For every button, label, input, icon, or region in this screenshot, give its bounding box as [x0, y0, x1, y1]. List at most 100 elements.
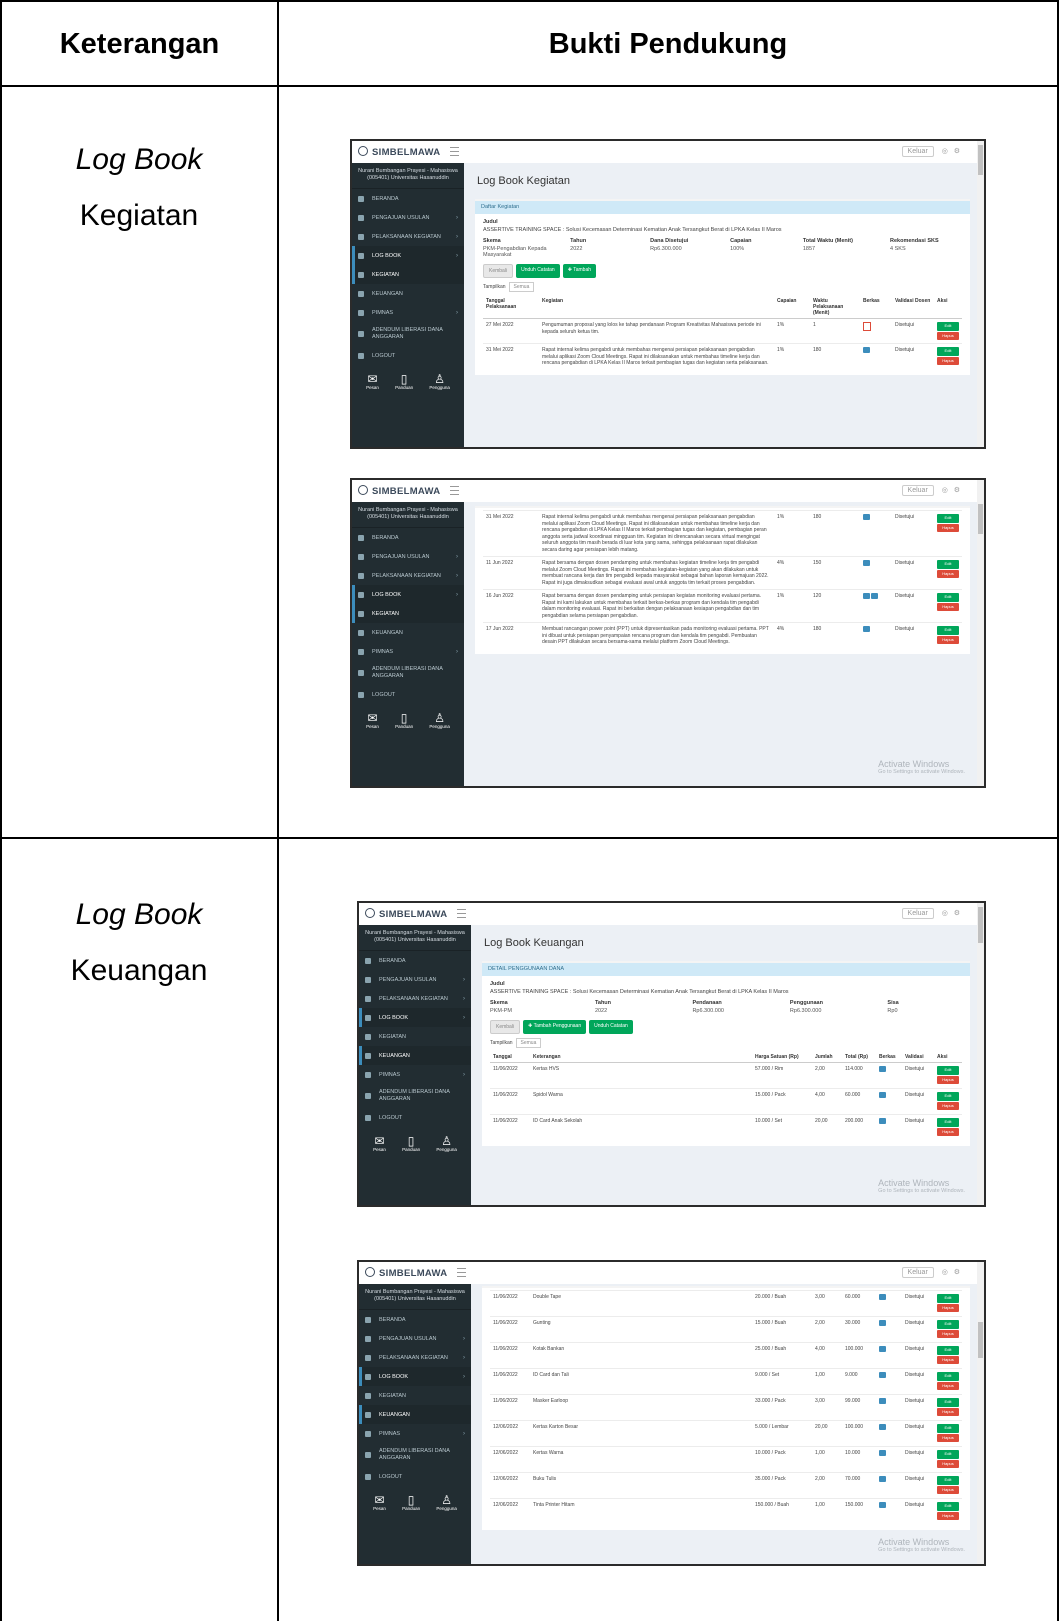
- delete-button[interactable]: Hapus: [937, 356, 959, 365]
- file-icon[interactable]: [879, 1118, 886, 1124]
- edit-button[interactable]: Edit: [937, 626, 959, 635]
- delete-button[interactable]: Hapus: [937, 1459, 959, 1468]
- user-icon[interactable]: ♙ Pengguna: [436, 1494, 457, 1511]
- file-icon[interactable]: [879, 1066, 886, 1072]
- scrollbar-thumb[interactable]: [978, 145, 983, 175]
- delete-button[interactable]: Hapus: [937, 1355, 959, 1364]
- sidebar-item-beranda[interactable]: BERANDA: [359, 1310, 471, 1329]
- file-icon[interactable]: [863, 560, 870, 566]
- file-icon[interactable]: [879, 1398, 886, 1404]
- download-notes-button[interactable]: Unduh Catatan: [589, 1020, 633, 1034]
- sidebar-item-logout[interactable]: LOGOUT: [352, 346, 464, 365]
- sidebar-item-logout[interactable]: LOGOUT: [359, 1467, 471, 1486]
- logout-top-button[interactable]: Keluar: [901, 146, 934, 157]
- sidebar-item-pengajuan[interactable]: PENGAJUAN USULAN ›: [352, 208, 464, 227]
- menu-toggle-icon[interactable]: [457, 909, 466, 918]
- sidebar-item-logbook[interactable]: LOG BOOK ›: [352, 585, 464, 604]
- menu-toggle-icon[interactable]: [450, 486, 459, 495]
- back-button[interactable]: Kembali: [490, 1020, 521, 1034]
- edit-button[interactable]: Edit: [937, 1450, 959, 1459]
- file-icon[interactable]: [871, 593, 879, 599]
- file-icon[interactable]: [879, 1346, 886, 1352]
- delete-button[interactable]: Hapus: [937, 1433, 959, 1442]
- sidebar-item-adendum[interactable]: ADENDUM LIBERASI DANA ANGGARAN: [352, 322, 464, 346]
- sidebar-item-kegiatan[interactable]: KEGIATAN: [352, 604, 464, 623]
- sidebar-item-logout[interactable]: LOGOUT: [352, 685, 464, 704]
- delete-button[interactable]: Hapus: [937, 602, 959, 611]
- delete-button[interactable]: Hapus: [937, 569, 959, 578]
- scrollbar[interactable]: [977, 141, 984, 447]
- file-icon[interactable]: [879, 1092, 886, 1098]
- sidebar-item-pelaksanaan[interactable]: PELAKSANAAN KEGIATAN ›: [352, 227, 464, 246]
- edit-button[interactable]: Edit: [937, 1092, 959, 1101]
- file-icon[interactable]: [863, 626, 870, 632]
- delete-button[interactable]: Hapus: [937, 1075, 959, 1084]
- sidebar-item-pelaksanaan[interactable]: PELAKSANAAN KEGIATAN ›: [359, 1348, 471, 1367]
- file-icon[interactable]: [863, 347, 870, 353]
- edit-button[interactable]: Edit: [937, 1398, 959, 1407]
- file-icon[interactable]: [879, 1424, 886, 1430]
- delete-button[interactable]: Hapus: [937, 523, 959, 532]
- delete-button[interactable]: Hapus: [937, 1127, 959, 1136]
- user-icon[interactable]: ♙ Pengguna: [436, 1135, 457, 1152]
- sidebar-item-pimnas[interactable]: PIMNAS ›: [359, 1065, 471, 1084]
- sidebar-item-keuangan[interactable]: KEUANGAN: [359, 1405, 471, 1424]
- sidebar-item-pengajuan[interactable]: PENGAJUAN USULAN ›: [359, 970, 471, 989]
- file-icon[interactable]: [879, 1320, 886, 1326]
- sidebar-item-adendum[interactable]: ADENDUM LIBERASI DANA ANGGARAN: [359, 1443, 471, 1467]
- guide-icon[interactable]: ▯ Panduan: [402, 1494, 420, 1511]
- scrollbar-thumb[interactable]: [978, 1322, 983, 1358]
- file-icon[interactable]: [879, 1372, 886, 1378]
- message-icon[interactable]: ✉ Pesan: [373, 1135, 386, 1152]
- edit-button[interactable]: Edit: [937, 1476, 959, 1485]
- sidebar-item-beranda[interactable]: BERANDA: [359, 951, 471, 970]
- scrollbar-thumb[interactable]: [978, 504, 983, 534]
- edit-button[interactable]: Edit: [937, 560, 959, 569]
- delete-button[interactable]: Hapus: [937, 1303, 959, 1312]
- guide-icon[interactable]: ▯ Panduan: [395, 373, 413, 390]
- edit-button[interactable]: Edit: [937, 1294, 959, 1303]
- delete-button[interactable]: Hapus: [937, 1511, 959, 1520]
- sidebar-item-kegiatan[interactable]: KEGIATAN: [352, 265, 464, 284]
- edit-button[interactable]: Edit: [937, 1320, 959, 1329]
- delete-button[interactable]: Hapus: [937, 1381, 959, 1390]
- sidebar-item-beranda[interactable]: BERANDA: [352, 189, 464, 208]
- delete-button[interactable]: Hapus: [937, 1101, 959, 1110]
- file-icon[interactable]: [863, 514, 870, 520]
- sidebar-item-logbook[interactable]: LOG BOOK ›: [352, 246, 464, 265]
- edit-button[interactable]: Edit: [937, 347, 959, 356]
- sidebar-item-beranda[interactable]: BERANDA: [352, 528, 464, 547]
- sidebar-item-logbook[interactable]: LOG BOOK ›: [359, 1367, 471, 1386]
- edit-button[interactable]: Edit: [937, 1066, 959, 1075]
- scrollbar-thumb[interactable]: [978, 907, 983, 943]
- add-button[interactable]: ✚ Tambah: [562, 264, 597, 278]
- add-usage-button[interactable]: ✚ Tambah Penggunaan: [523, 1020, 587, 1034]
- edit-button[interactable]: Edit: [937, 1424, 959, 1433]
- sidebar-item-adendum[interactable]: ADENDUM LIBERASI DANA ANGGARAN: [359, 1084, 471, 1108]
- sidebar-item-keuangan[interactable]: KEUANGAN: [352, 623, 464, 642]
- guide-icon[interactable]: ▯ Panduan: [402, 1135, 420, 1152]
- download-notes-button[interactable]: Unduh Catatan: [516, 264, 560, 278]
- message-icon[interactable]: ✉ Pesan: [366, 373, 379, 390]
- sidebar-item-pengajuan[interactable]: PENGAJUAN USULAN ›: [359, 1329, 471, 1348]
- logout-top-button[interactable]: Keluar: [901, 908, 934, 919]
- show-select[interactable]: Semua: [515, 1038, 542, 1048]
- edit-button[interactable]: Edit: [937, 322, 959, 331]
- file-icon[interactable]: [879, 1476, 886, 1482]
- edit-button[interactable]: Edit: [937, 593, 959, 602]
- sidebar-item-pimnas[interactable]: PIMNAS ›: [352, 303, 464, 322]
- show-select[interactable]: Semua: [508, 282, 535, 292]
- edit-button[interactable]: Edit: [937, 1372, 959, 1381]
- message-icon[interactable]: ✉ Pesan: [373, 1494, 386, 1511]
- edit-button[interactable]: Edit: [937, 514, 959, 523]
- sidebar-item-pelaksanaan[interactable]: PELAKSANAAN KEGIATAN ›: [352, 566, 464, 585]
- delete-button[interactable]: Hapus: [937, 331, 959, 340]
- menu-toggle-icon[interactable]: [457, 1268, 466, 1277]
- sidebar-item-pengajuan[interactable]: PENGAJUAN USULAN ›: [352, 547, 464, 566]
- sidebar-item-logout[interactable]: LOGOUT: [359, 1108, 471, 1127]
- file-icon[interactable]: [879, 1294, 886, 1300]
- guide-icon[interactable]: ▯ Panduan: [395, 712, 413, 729]
- user-icon[interactable]: ♙ Pengguna: [429, 373, 450, 390]
- edit-button[interactable]: Edit: [937, 1118, 959, 1127]
- sidebar-item-logbook[interactable]: LOG BOOK ›: [359, 1008, 471, 1027]
